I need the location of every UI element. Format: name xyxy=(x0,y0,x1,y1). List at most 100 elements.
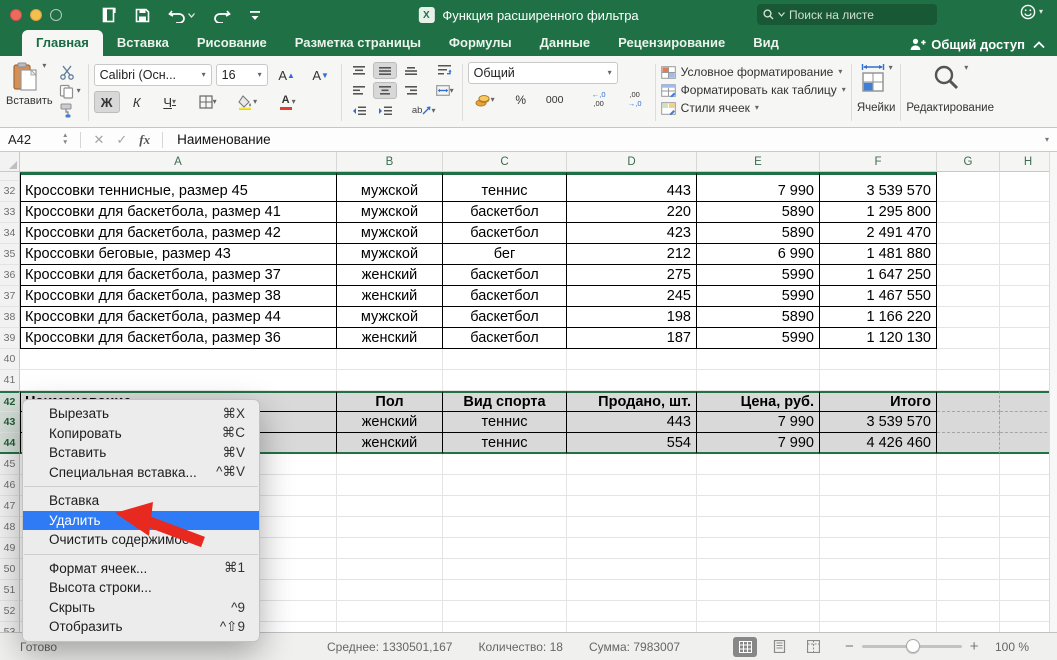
grid-cell[interactable] xyxy=(937,517,1000,538)
save-icon[interactable] xyxy=(135,8,150,23)
row-header[interactable]: 53 xyxy=(0,622,20,632)
context-menu-item[interactable]: Высота строки... xyxy=(23,578,259,598)
redo-button[interactable] xyxy=(213,8,231,23)
grid-cell[interactable] xyxy=(697,601,820,622)
cancel-entry-icon[interactable]: ✕ xyxy=(93,132,104,148)
row-header[interactable]: 33 xyxy=(0,202,20,223)
grid-cell[interactable] xyxy=(443,370,567,391)
grid-cell[interactable]: 4 426 460 xyxy=(820,433,937,454)
grid-cell[interactable] xyxy=(20,349,337,370)
align-right-button[interactable] xyxy=(399,82,423,99)
grid-cell[interactable] xyxy=(937,328,1000,349)
row-header[interactable]: 50 xyxy=(0,559,20,580)
ribbon-tab[interactable]: Вид xyxy=(739,30,793,56)
grid-cell[interactable] xyxy=(443,454,567,475)
font-color-button[interactable]: А▾ xyxy=(270,91,306,113)
grid-cell[interactable] xyxy=(567,538,697,559)
undo-button[interactable] xyxy=(168,8,195,23)
grid-cell[interactable]: 3 539 570 xyxy=(820,412,937,433)
grid-cell[interactable] xyxy=(937,454,1000,475)
grid-cell[interactable] xyxy=(337,580,443,601)
context-menu-item[interactable]: Скрыть^9 xyxy=(23,598,259,618)
context-menu-item[interactable]: Удалить xyxy=(23,511,259,531)
grid-cell[interactable] xyxy=(937,601,1000,622)
grid-cell[interactable]: Вид спорта xyxy=(443,391,567,412)
row-header[interactable] xyxy=(0,172,20,181)
paste-button[interactable]: ▾ Вставить xyxy=(6,62,53,107)
grid-cell[interactable] xyxy=(567,517,697,538)
zoom-slider-knob[interactable] xyxy=(906,639,920,653)
ribbon-tab[interactable]: Разметка страницы xyxy=(281,30,435,56)
insert-function-icon[interactable]: fx xyxy=(139,132,150,148)
grid-cell[interactable] xyxy=(567,580,697,601)
share-button[interactable]: Общий доступ xyxy=(909,37,1025,52)
grid-cell[interactable] xyxy=(443,172,567,181)
decrease-decimal-button[interactable]: ,00→,0 xyxy=(620,89,650,111)
underline-button[interactable]: Ч▾ xyxy=(154,91,186,113)
grid-cell[interactable]: женский xyxy=(337,412,443,433)
ribbon-tab[interactable]: Вставка xyxy=(103,30,183,56)
column-header[interactable]: B xyxy=(337,152,443,172)
ribbon-tab[interactable]: Формулы xyxy=(435,30,526,56)
wrap-text-button[interactable] xyxy=(433,62,457,79)
grid-cell[interactable] xyxy=(937,181,1000,202)
grid-cell[interactable] xyxy=(697,349,820,370)
row-header[interactable]: 45 xyxy=(0,454,20,475)
grid-cell[interactable] xyxy=(20,370,337,391)
editing-group-button[interactable]: ▾ Редактирование xyxy=(906,60,994,125)
grid-cell[interactable]: 1 647 250 xyxy=(820,265,937,286)
row-header[interactable]: 37 xyxy=(0,286,20,307)
grid-cell[interactable]: мужской xyxy=(337,202,443,223)
grid-cell[interactable] xyxy=(567,349,697,370)
grid-cell[interactable]: 1 166 220 xyxy=(820,307,937,328)
row-header[interactable]: 46 xyxy=(0,475,20,496)
row-header[interactable]: 41 xyxy=(0,370,20,391)
row-header[interactable]: 42 xyxy=(0,391,20,412)
borders-button[interactable]: ▾ xyxy=(190,91,226,113)
grid-cell[interactable] xyxy=(697,475,820,496)
grid-cell[interactable] xyxy=(937,307,1000,328)
grid-cell[interactable] xyxy=(937,265,1000,286)
context-menu-item[interactable]: Отобразить^⇧9 xyxy=(23,617,259,637)
collapse-ribbon-icon[interactable] xyxy=(1033,41,1045,49)
select-all-corner[interactable] xyxy=(0,152,20,172)
grid-cell[interactable]: теннис xyxy=(443,181,567,202)
row-header[interactable]: 38 xyxy=(0,307,20,328)
grid-cell[interactable]: 554 xyxy=(567,433,697,454)
grid-cell[interactable]: 7 990 xyxy=(697,181,820,202)
increase-indent-button[interactable] xyxy=(373,102,397,119)
column-header[interactable]: D xyxy=(567,152,697,172)
grid-cell[interactable] xyxy=(567,475,697,496)
column-header[interactable]: F xyxy=(820,152,937,172)
zoom-window-button[interactable] xyxy=(50,9,62,21)
grid-cell[interactable] xyxy=(820,172,937,181)
grid-cell[interactable] xyxy=(937,202,1000,223)
grid-cell[interactable]: Пол xyxy=(337,391,443,412)
grid-cell[interactable]: Кроссовки теннисные, размер 45 xyxy=(20,181,337,202)
grid-cell[interactable]: Кроссовки для баскетбола, размер 41 xyxy=(20,202,337,223)
close-window-button[interactable] xyxy=(10,9,22,21)
copy-button[interactable]: ▾ xyxy=(59,83,81,99)
grid-cell[interactable]: женский xyxy=(337,265,443,286)
feedback-smiley-button[interactable]: ▾ xyxy=(1020,4,1043,20)
page-break-view-button[interactable] xyxy=(801,637,825,657)
context-menu-item[interactable]: Очистить содержимое xyxy=(23,530,259,550)
grid-cell[interactable] xyxy=(820,370,937,391)
number-format-combo[interactable]: Общий▾ xyxy=(468,62,618,84)
context-menu-item[interactable]: Вставка xyxy=(23,491,259,511)
grid-cell[interactable] xyxy=(443,517,567,538)
grid-cell[interactable]: баскетбол xyxy=(443,307,567,328)
grid-cell[interactable]: баскетбол xyxy=(443,202,567,223)
align-middle-button[interactable] xyxy=(373,62,397,79)
grid-cell[interactable]: баскетбол xyxy=(443,286,567,307)
row-header[interactable]: 49 xyxy=(0,538,20,559)
row-header[interactable]: 51 xyxy=(0,580,20,601)
grid-cell[interactable] xyxy=(697,580,820,601)
grid-cell[interactable] xyxy=(567,622,697,632)
row-header[interactable]: 43 xyxy=(0,412,20,433)
row-header[interactable]: 39 xyxy=(0,328,20,349)
grid-cell[interactable]: женский xyxy=(337,286,443,307)
italic-button[interactable]: К xyxy=(124,91,150,113)
grid-cell[interactable]: 2 491 470 xyxy=(820,223,937,244)
grid-cell[interactable] xyxy=(937,496,1000,517)
